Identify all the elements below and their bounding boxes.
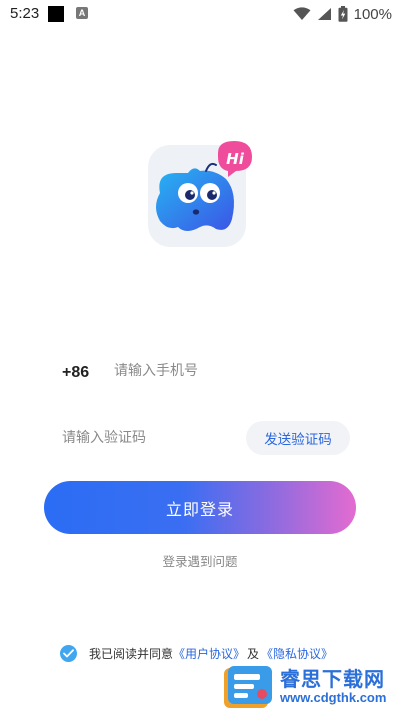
status-time: 5:23: [10, 5, 40, 22]
agreement-and: 及: [247, 646, 260, 661]
watermark: 睿思下载网 www.cdgthk.com: [222, 660, 400, 710]
status-bar: 5:23 A 100%: [0, 0, 400, 28]
check-icon: [63, 648, 74, 657]
verification-code-input[interactable]: [62, 423, 232, 453]
phone-input[interactable]: [114, 356, 354, 386]
hi-badge-text: Hi: [226, 150, 245, 168]
agreement-prefix: 我已阅读并同意: [89, 646, 174, 661]
watermark-logo-icon: [224, 666, 272, 708]
privacy-policy-link[interactable]: 《隐私协议》: [261, 645, 333, 662]
notification-a-icon: A: [76, 7, 88, 19]
wifi-icon: [293, 7, 311, 20]
code-row: 发送验证码: [62, 421, 352, 457]
phone-row: +86: [62, 356, 362, 390]
login-button[interactable]: 立即登录: [44, 481, 356, 534]
battery-percent: 100%: [353, 5, 392, 23]
notification-square-icon: [48, 6, 64, 22]
status-right: 100%: [293, 4, 392, 24]
agreement-checkbox[interactable]: [60, 644, 77, 662]
watermark-url: www.cdgthk.com: [280, 690, 387, 705]
watermark-title: 睿思下载网: [280, 667, 385, 691]
user-agreement-link[interactable]: 《用户协议》: [173, 645, 245, 662]
battery-charging-icon: [338, 6, 348, 22]
send-code-button[interactable]: 发送验证码: [246, 421, 350, 455]
country-code-selector[interactable]: +86: [62, 364, 89, 382]
signal-icon: [317, 8, 331, 20]
app-logo: Hi: [140, 135, 262, 257]
login-help-link[interactable]: 登录遇到问题: [0, 551, 400, 570]
